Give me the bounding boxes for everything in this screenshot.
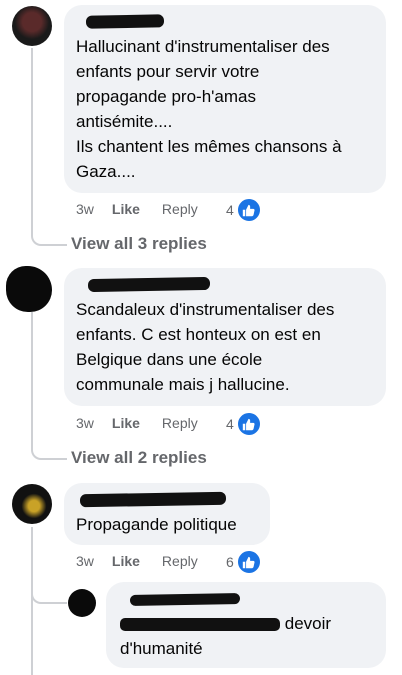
reply-text: devoir d'humanité	[120, 611, 372, 661]
thread-line	[31, 527, 33, 675]
comment-actions: 3w Like Reply	[76, 553, 198, 569]
avatar[interactable]	[12, 6, 52, 46]
comment-time[interactable]: 3w	[76, 553, 94, 569]
reply-bubble: devoir d'humanité	[106, 582, 386, 668]
reaction-count[interactable]: 6	[226, 549, 262, 575]
comment-bubble: Scandaleux d'instrumentaliser des enfant…	[64, 268, 386, 406]
view-replies-link[interactable]: View all 3 replies	[71, 234, 207, 254]
reaction-number: 6	[226, 554, 234, 570]
comment-text: Scandaleux d'instrumentaliser des enfant…	[76, 300, 335, 394]
comment-actions: 3w Like Reply	[76, 415, 198, 431]
reply-text-line1: devoir	[284, 614, 332, 633]
reaction-number: 4	[226, 416, 234, 432]
thumbs-up-icon	[235, 197, 262, 223]
thumbs-up-icon	[235, 549, 262, 575]
comment-actions: 3w Like Reply	[76, 201, 198, 217]
author-name-redacted[interactable]	[129, 593, 241, 606]
comment-bubble: Hallucinant d'instrumentaliser des enfan…	[64, 5, 386, 193]
comment-bubble: Propagande politique	[64, 483, 270, 545]
comment-text: Hallucinant d'instrumentaliser des enfan…	[76, 37, 342, 181]
reaction-number: 4	[226, 202, 234, 218]
redacted-text	[120, 618, 280, 632]
reply-button[interactable]: Reply	[162, 553, 198, 569]
avatar[interactable]	[12, 484, 52, 524]
like-button[interactable]: Like	[112, 553, 140, 569]
thumbs-up-icon	[235, 411, 262, 437]
comment-text: Propagande politique	[76, 515, 237, 534]
reply-button[interactable]: Reply	[162, 415, 198, 431]
avatar[interactable]	[6, 266, 52, 312]
thread-line	[31, 312, 67, 460]
like-button[interactable]: Like	[112, 201, 140, 217]
thread-line	[31, 48, 67, 246]
reaction-count[interactable]: 4	[226, 411, 262, 437]
reply-avatar[interactable]	[68, 589, 96, 617]
reply-text-line2: d'humanité	[120, 639, 203, 658]
like-button[interactable]: Like	[112, 415, 140, 431]
author-name-redacted[interactable]	[85, 14, 165, 29]
author-name-redacted[interactable]	[79, 491, 227, 508]
comment-time[interactable]: 3w	[76, 201, 94, 217]
author-name-redacted[interactable]	[87, 276, 211, 293]
reaction-count[interactable]: 4	[226, 197, 262, 223]
comment-time[interactable]: 3w	[76, 415, 94, 431]
view-replies-link[interactable]: View all 2 replies	[71, 448, 207, 468]
reply-button[interactable]: Reply	[162, 201, 198, 217]
reply-connector	[31, 578, 67, 604]
